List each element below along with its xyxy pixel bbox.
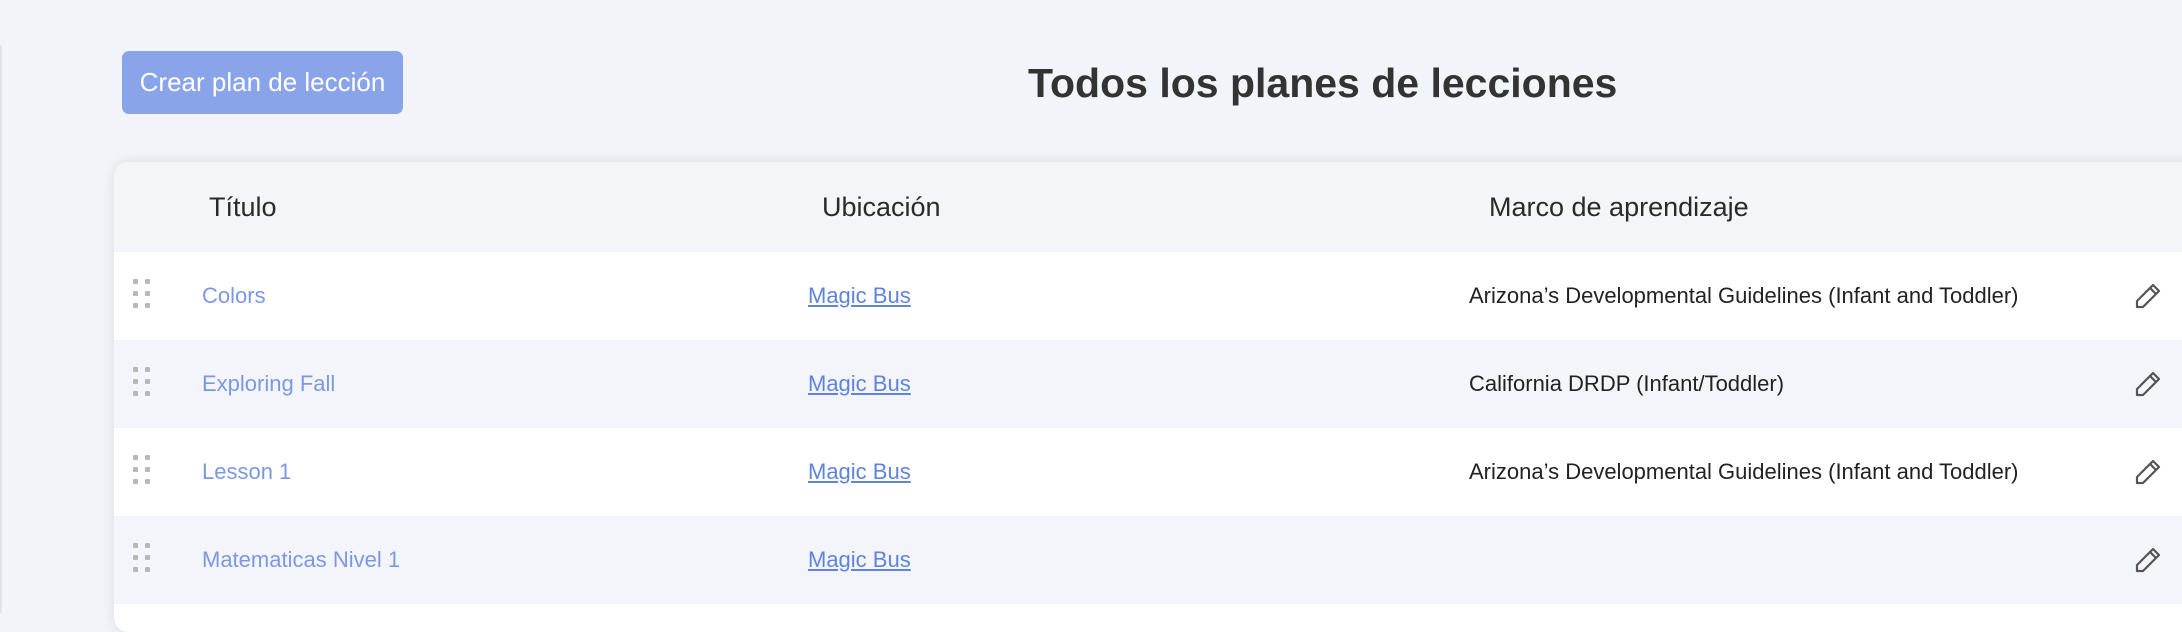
learning-framework-text: California DRDP (Infant/Toddler) [1469, 371, 1785, 396]
location-link[interactable]: Magic Bus [808, 340, 911, 428]
drag-handle-icon[interactable] [133, 455, 151, 485]
lesson-title-link[interactable]: Colors [202, 252, 266, 340]
trash-icon[interactable] [2176, 374, 2182, 396]
column-header-location[interactable]: Ubicación [822, 162, 941, 252]
learning-framework-text: Arizona’s Developmental Guidelines (Infa… [1469, 459, 2019, 484]
trash-icon[interactable] [2176, 286, 2182, 308]
table-header: Título Ubicación Marco de aprendizaje [114, 162, 2182, 252]
trash-icon[interactable] [2176, 462, 2182, 484]
drag-handle-icon[interactable] [133, 367, 151, 397]
trash-icon[interactable] [2176, 550, 2182, 572]
drag-handle-icon[interactable] [133, 279, 151, 309]
location-link[interactable]: Magic Bus [808, 428, 911, 516]
lesson-plans-table: Título Ubicación Marco de aprendizaje Co… [114, 162, 2182, 632]
lesson-title-link[interactable]: Lesson 1 [202, 428, 291, 516]
page-left-edge [0, 45, 2, 613]
lesson-title-link[interactable]: Matematicas Nivel 1 [202, 516, 400, 604]
lesson-title-link[interactable]: Exploring Fall [202, 340, 335, 428]
location-link[interactable]: Magic Bus [808, 516, 911, 604]
learning-framework-text: Arizona’s Developmental Guidelines (Infa… [1469, 283, 2019, 308]
table-row: Matematicas Nivel 1 Magic Bus [114, 516, 2182, 604]
pencil-icon[interactable] [2134, 458, 2162, 486]
column-header-learning-framework[interactable]: Marco de aprendizaje [1489, 162, 1749, 252]
table-row: Colors Magic Bus Arizona’s Developmental… [114, 252, 2182, 340]
create-lesson-plan-button[interactable]: Crear plan de lección [122, 51, 403, 114]
column-header-title[interactable]: Título [209, 162, 277, 252]
page-title: Todos los planes de lecciones [1028, 60, 1618, 106]
table-row: Lesson 1 Magic Bus Arizona’s Development… [114, 428, 2182, 516]
drag-handle-icon[interactable] [133, 543, 151, 573]
pencil-icon[interactable] [2134, 282, 2162, 310]
pencil-icon[interactable] [2134, 546, 2162, 574]
table-row: Exploring Fall Magic Bus California DRDP… [114, 340, 2182, 428]
pencil-icon[interactable] [2134, 370, 2162, 398]
location-link[interactable]: Magic Bus [808, 252, 911, 340]
